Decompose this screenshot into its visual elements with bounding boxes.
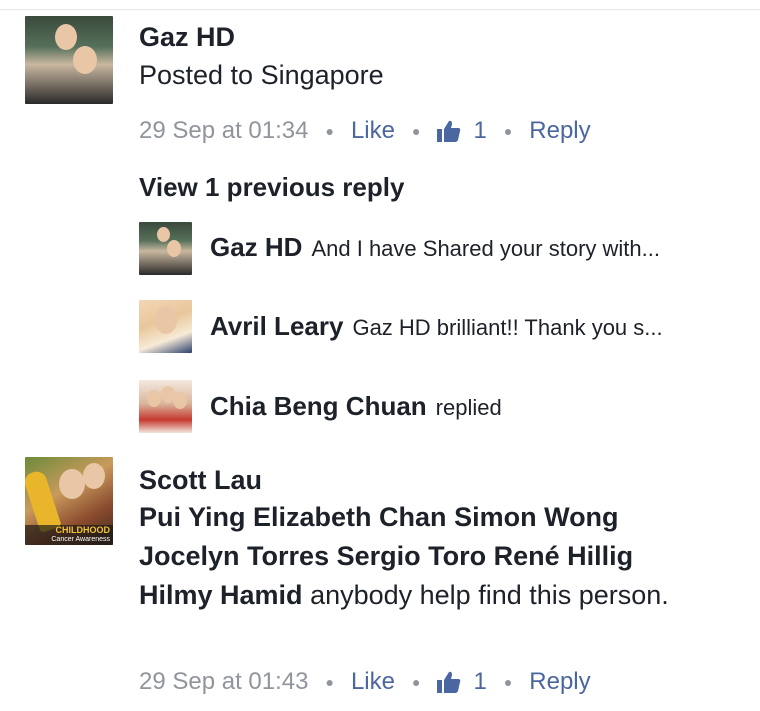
awareness-ribbon-icon (25, 469, 62, 533)
avatar-badge-subtitle: Cancer Awareness (51, 536, 110, 543)
comment-meta: 29 Sep at 01:43 ● Like ● 1 ● Reply (139, 668, 591, 696)
avatar-chia-beng-chuan[interactable] (139, 380, 192, 433)
top-divider (0, 9, 760, 10)
separator-dot: ● (503, 123, 513, 139)
avatar-badge: CHILDHOOD Cancer Awareness (25, 525, 113, 545)
separator-dot: ● (325, 674, 334, 690)
reply-button[interactable]: Reply (529, 668, 590, 696)
reply-row[interactable]: Chia Beng Chuan replied (210, 391, 502, 422)
like-button[interactable]: Like (351, 668, 395, 696)
comment-text: Posted to Singapore (139, 60, 384, 90)
separator-dot: ● (411, 123, 421, 139)
comment-timestamp: 29 Sep at 01:34 (139, 117, 309, 144)
thumbs-up-icon (437, 671, 461, 693)
avatar-scott-lau[interactable]: CHILDHOOD Cancer Awareness (25, 457, 113, 545)
separator-dot: ● (503, 674, 513, 690)
reply-text: replied (435, 395, 502, 420)
avatar-badge-title: CHILDHOOD (55, 525, 111, 535)
comment-author[interactable]: Scott Lau (139, 465, 262, 496)
like-button[interactable]: Like (351, 117, 395, 145)
tagged-user[interactable]: René Hillig (494, 541, 634, 571)
reply-row[interactable]: Avril Leary Gaz HD brilliant!! Thank you… (210, 311, 663, 342)
reply-author[interactable]: Avril Leary (210, 311, 343, 342)
view-previous-replies-link[interactable]: View 1 previous reply (139, 172, 404, 203)
tagged-user[interactable]: Hilmy Hamid (139, 580, 303, 610)
separator-dot: ● (325, 123, 334, 139)
avatar-gaz-hd-reply[interactable] (139, 222, 192, 275)
tagged-user[interactable]: Simon Wong (454, 502, 618, 532)
reply-button[interactable]: Reply (529, 117, 590, 145)
comment-text-body: anybody help find this person. (310, 580, 669, 610)
separator-dot: ● (411, 674, 421, 690)
thumbs-up-icon (437, 120, 461, 142)
tagged-user[interactable]: Pui Ying Elizabeth Chan (139, 502, 447, 532)
reply-row[interactable]: Gaz HD And I have Shared your story with… (210, 232, 660, 263)
reply-text: And I have Shared your story with... (311, 236, 660, 261)
comment-author[interactable]: Gaz HD (139, 22, 235, 53)
like-count[interactable]: 1 (473, 668, 486, 696)
tagged-user[interactable]: Jocelyn Torres (139, 541, 329, 571)
like-count[interactable]: 1 (473, 117, 486, 145)
comment-meta: 29 Sep at 01:34 ● Like ● 1 ● Reply (139, 117, 591, 145)
comment-text: Pui Ying Elizabeth Chan Simon Wong Jocel… (139, 498, 679, 615)
reply-author[interactable]: Gaz HD (210, 232, 302, 263)
avatar-avril-leary[interactable] (139, 300, 192, 353)
reply-text: Gaz HD brilliant!! Thank you s... (352, 315, 663, 340)
tagged-user[interactable]: Sergio Toro (337, 541, 487, 571)
comment-timestamp: 29 Sep at 01:43 (139, 668, 309, 695)
avatar-gaz-hd[interactable] (25, 16, 113, 104)
reply-author[interactable]: Chia Beng Chuan (210, 391, 427, 422)
